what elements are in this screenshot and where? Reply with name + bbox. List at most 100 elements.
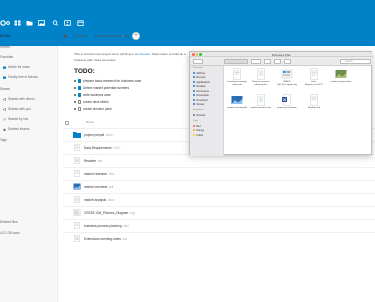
sidebar-share-item[interactable]: Shared with you — [3, 107, 31, 111]
finder-tag-item[interactable]: Red — [193, 125, 201, 128]
share-icon — [3, 107, 6, 111]
file-name[interactable]: Extensions-meeting-notes .md — [84, 237, 127, 241]
desktop-icon — [193, 85, 196, 88]
link-icon — [3, 117, 6, 121]
sidebar-item-favorites[interactable]: Favorites — [0, 55, 13, 59]
todo-label: create elevator pitch — [83, 107, 112, 111]
view-mode-switcher[interactable] — [224, 59, 248, 64]
image-icon — [73, 209, 81, 216]
action-button[interactable] — [284, 59, 291, 64]
file-name[interactable]: market overview .pdf — [84, 185, 113, 189]
share-count-badge[interactable]: 2 — [122, 34, 124, 38]
finder-sidebar-item[interactable]: Downloads — [193, 94, 209, 97]
table-row[interactable]: Extensions-meeting-notes .md — [63, 232, 375, 244]
finder-search-input[interactable]: Search — [340, 59, 371, 64]
todo-checkbox[interactable] — [77, 100, 81, 104]
breadcrumb-current[interactable]: Business Plan for Cats — [95, 34, 129, 38]
table-row[interactable]: market research .xlsx — [63, 167, 375, 179]
todo-checkbox[interactable] — [77, 86, 81, 90]
finder-file-name: market overview.pdf — [227, 107, 247, 109]
table-row[interactable]: business process planning .xlsx — [63, 219, 375, 231]
finder-file[interactable]: Data-Require...nts.DOC — [303, 68, 325, 90]
finder-file[interactable]: market analysis.docx — [330, 68, 352, 90]
contacts-icon[interactable] — [64, 20, 71, 26]
finder-sidebar: Favorites AirDrop Recents Applications D… — [190, 66, 224, 156]
sidebar-share-item[interactable]: Shared with others — [3, 97, 35, 101]
red-tag-icon — [193, 124, 195, 127]
sidebar-item-recent[interactable]: Recent — [0, 45, 10, 49]
sidebar-item-all-files[interactable]: All files — [0, 34, 10, 38]
finder-file[interactable]: market overview.pdf — [226, 94, 248, 116]
documents-icon — [193, 89, 196, 92]
image-file-icon — [281, 68, 293, 80]
todo-item: create deck slides — [74, 100, 109, 104]
sidebar-fav-label: Article for news — [8, 65, 30, 69]
document-icon — [73, 196, 81, 203]
nextcloud-logo-icon[interactable] — [0, 18, 10, 28]
sidebar-item-deleted-files[interactable]: Deleted files — [0, 220, 18, 224]
text-file-icon — [231, 68, 243, 80]
share-button[interactable] — [264, 59, 271, 64]
finder-file[interactable]: Investment meeting notes.md — [226, 68, 248, 90]
todo-checkbox[interactable] — [77, 93, 81, 97]
files-icon[interactable] — [26, 20, 33, 26]
dashboard-icon[interactable] — [14, 20, 21, 26]
table-row[interactable]: CREDF-GM_Pictures_Diagram .svg — [63, 206, 375, 218]
share-icon — [3, 97, 6, 101]
finder-tag-item[interactable]: Orange — [193, 129, 204, 132]
top-bar — [0, 0, 375, 46]
finder-file[interactable]: Business process planning.xlsx — [250, 68, 272, 90]
todo-checkbox[interactable] — [77, 79, 81, 83]
file-name[interactable]: Data-Requirements .DOC — [84, 146, 121, 150]
bullet — [74, 101, 76, 103]
file-name[interactable]: market research .xlsx — [84, 172, 114, 176]
table-row[interactable]: market overview .pdf — [63, 180, 375, 192]
clock-icon — [193, 76, 196, 79]
sidebar-share-label: Shared with others — [8, 97, 35, 101]
finder-file[interactable]: project presentation — [276, 94, 298, 116]
finder-sidebar-item[interactable]: AirDrop — [193, 72, 205, 75]
finder-sidebar-item[interactable]: Desktop — [193, 85, 206, 88]
sidebar-fav-item[interactable]: Family tree in Mexico — [3, 75, 38, 79]
back-forward-buttons[interactable] — [193, 59, 203, 64]
todo-label: Define market potential numbers — [83, 86, 130, 90]
finder-sidebar-item[interactable]: Movies — [193, 103, 204, 106]
sidebar-share-item[interactable]: Deleted shares — [3, 127, 29, 131]
add-new-button[interactable]: + — [132, 32, 140, 40]
breadcrumb-separator: › — [70, 34, 72, 38]
sidebar-item-shares[interactable]: Shares — [0, 87, 10, 91]
file-name[interactable]: project prepall .docx — [84, 133, 113, 137]
home-icon[interactable] — [63, 34, 67, 39]
search-icon[interactable] — [52, 20, 59, 26]
finder-tag-item[interactable]: Yellow — [193, 134, 203, 137]
finder-sidebar-item[interactable]: Recents — [193, 76, 206, 79]
photos-icon[interactable] — [38, 20, 45, 26]
file-name[interactable]: market analysis .docx — [84, 198, 115, 202]
investor-link[interactable]: investor — [139, 52, 150, 56]
column-name[interactable]: Name — [86, 120, 94, 124]
file-name[interactable]: business process planning .xlsx — [84, 224, 129, 228]
finder-file[interactable]: CREDF-GM_Pict..agram.svg — [276, 68, 298, 90]
todo-checkbox[interactable] — [77, 107, 81, 111]
finder-sidebar-item[interactable]: Documents — [193, 90, 209, 93]
select-all-checkbox[interactable] — [65, 121, 69, 125]
yellow-tag-icon — [193, 133, 195, 136]
bullet — [74, 94, 76, 96]
sidebar-share-item[interactable]: Shared by link — [3, 117, 28, 121]
file-name[interactable]: CREDF-GM_Pictures_Diagram .svg — [84, 211, 135, 215]
finder-sidebar-item[interactable]: Nextcloud — [193, 99, 208, 102]
finder-file[interactable]: market research.xlsx — [250, 94, 272, 116]
file-name[interactable]: Readme .md — [84, 159, 102, 163]
sidebar-item-tags[interactable]: Tags — [0, 138, 7, 142]
finder-file[interactable]: Readme.md — [303, 94, 325, 116]
sidebar-fav-item[interactable]: Article for news — [3, 65, 30, 69]
calendar-icon[interactable] — [77, 20, 84, 26]
table-row[interactable]: market analysis .docx — [63, 193, 375, 205]
finder-file-name: Business process planning.xlsx — [252, 81, 270, 86]
group-button[interactable] — [251, 59, 261, 64]
tag-button[interactable] — [274, 59, 281, 64]
finder-sidebar-item[interactable]: Network — [193, 114, 206, 117]
spreadsheet-file-icon — [255, 94, 267, 106]
finder-sidebar-item[interactable]: Applications — [193, 81, 210, 84]
breadcrumb-projects[interactable]: Projects — [75, 34, 87, 38]
